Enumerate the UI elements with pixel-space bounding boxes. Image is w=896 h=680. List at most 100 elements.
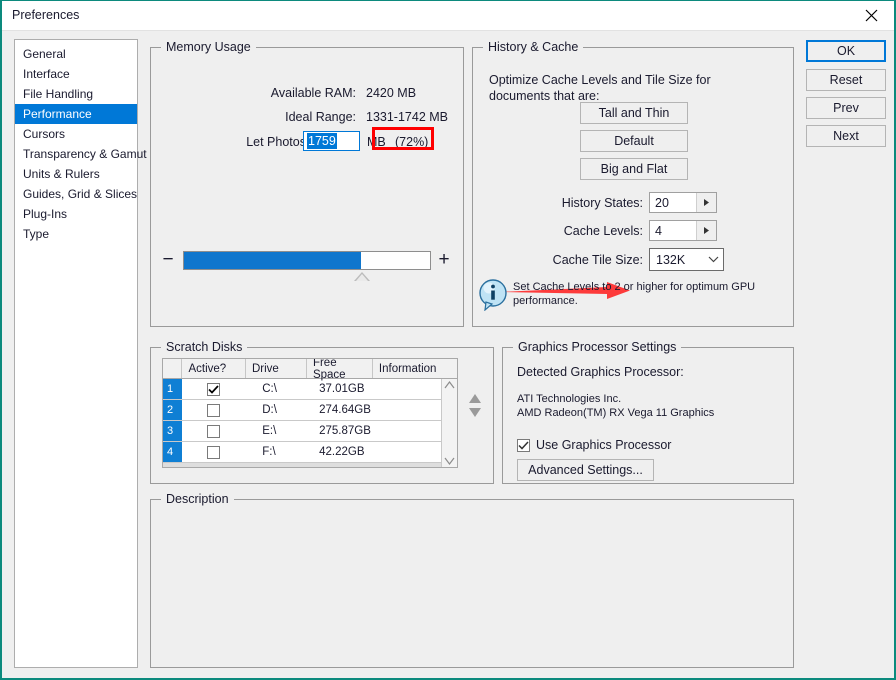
memory-unit-label: MB (367, 135, 386, 149)
sidebar-item-transparency-gamut[interactable]: Transparency & Gamut (15, 144, 137, 164)
history-cache-legend: History & Cache (483, 40, 583, 54)
sidebar-item-general[interactable]: General (15, 44, 137, 64)
row-drive: D:\ (244, 400, 307, 420)
gpu-model: AMD Radeon(TM) RX Vega 11 Graphics (517, 406, 714, 420)
cache-tile-size-value: 132K (650, 253, 703, 267)
row-index: 4 (163, 442, 182, 462)
row-drive: E:\ (244, 421, 307, 441)
sidebar-item-plug-ins[interactable]: Plug-Ins (15, 204, 137, 224)
row-free-space: 274.64GB (307, 400, 374, 420)
table-header-row: Active? Drive Free Space Information (163, 359, 457, 379)
next-button[interactable]: Next (806, 125, 886, 147)
column-header-free-space: Free Space (307, 359, 373, 378)
history-states-stepper[interactable]: 20 (649, 192, 717, 213)
move-up-icon[interactable] (466, 393, 484, 404)
available-ram-value: 2420 MB (366, 86, 416, 100)
gpu-vendor: ATI Technologies Inc. (517, 392, 714, 406)
title-bar: Preferences (2, 1, 894, 31)
column-header-information: Information (373, 359, 457, 378)
scroll-down-icon[interactable] (444, 457, 455, 465)
big-and-flat-button[interactable]: Big and Flat (580, 158, 688, 180)
column-header-drive: Drive (246, 359, 307, 378)
cache-tile-size-label: Cache Tile Size: (503, 253, 643, 267)
triangle-down-glyph (468, 407, 482, 418)
sidebar-item-interface[interactable]: Interface (15, 64, 137, 84)
slider-increase-icon[interactable]: + (435, 251, 453, 269)
check-glyph (208, 385, 219, 394)
ideal-range-value: 1331-1742 MB (366, 110, 448, 124)
history-states-value[interactable]: 20 (650, 193, 696, 212)
gpu-info: ATI Technologies Inc. AMD Radeon(TM) RX … (517, 392, 714, 420)
scratch-table-scrollbar[interactable] (441, 379, 457, 467)
row-active-checkbox[interactable] (182, 442, 244, 462)
info-balloon-glyph (479, 279, 509, 311)
sidebar-item-type[interactable]: Type (15, 224, 137, 244)
advanced-settings-button[interactable]: Advanced Settings... (517, 459, 654, 481)
column-header-index (163, 359, 182, 378)
cache-levels-label: Cache Levels: (503, 224, 643, 238)
move-down-icon[interactable] (466, 407, 484, 418)
row-active-checkbox[interactable] (182, 379, 244, 399)
table-row[interactable]: 4 F:\ 42.22GB (163, 442, 457, 463)
window-title: Preferences (12, 8, 79, 22)
table-empty-area (163, 463, 457, 468)
history-cache-description: Optimize Cache Levels and Tile Size for … (489, 72, 769, 104)
ok-button[interactable]: OK (806, 40, 886, 62)
use-graphics-processor-label: Use Graphics Processor (536, 438, 671, 452)
category-list[interactable]: General Interface File Handling Performa… (14, 39, 138, 668)
default-button[interactable]: Default (580, 130, 688, 152)
table-row[interactable]: 2 D:\ 274.64GB (163, 400, 457, 421)
info-icon (479, 279, 509, 314)
ideal-range-label: Ideal Range: (211, 110, 356, 124)
checkbox-checked-icon[interactable] (517, 439, 530, 452)
description-group: Description (150, 499, 794, 668)
row-drive: C:\ (244, 379, 307, 399)
chevron-right-icon[interactable] (696, 221, 716, 240)
chevron-right-glyph (703, 226, 710, 235)
row-active-checkbox[interactable] (182, 400, 244, 420)
prev-button[interactable]: Prev (806, 97, 886, 119)
triangle-up-glyph (468, 393, 482, 404)
memory-slider-thumb[interactable] (354, 272, 370, 281)
row-index: 1 (163, 379, 182, 399)
table-row[interactable]: 3 E:\ 275.87GB (163, 421, 457, 442)
tall-and-thin-button[interactable]: Tall and Thin (580, 102, 688, 124)
cache-tile-size-select[interactable]: 132K (649, 248, 724, 271)
check-glyph (518, 441, 529, 450)
row-free-space: 37.01GB (307, 379, 374, 399)
scroll-up-icon[interactable] (444, 381, 455, 389)
sidebar-item-units-rulers[interactable]: Units & Rulers (15, 164, 137, 184)
row-active-checkbox[interactable] (182, 421, 244, 441)
checkbox-unchecked-icon[interactable] (207, 425, 220, 438)
row-index: 2 (163, 400, 182, 420)
let-photoshop-use-input[interactable] (303, 131, 360, 151)
checkbox-unchecked-icon[interactable] (207, 446, 220, 459)
cache-levels-value[interactable]: 4 (650, 221, 696, 240)
row-free-space: 275.87GB (307, 421, 374, 441)
chevron-down-glyph (708, 256, 719, 263)
slider-decrease-icon[interactable]: − (159, 254, 177, 268)
graphics-processor-group: Graphics Processor Settings Detected Gra… (502, 347, 794, 484)
column-header-active: Active? (182, 359, 245, 378)
row-free-space: 42.22GB (307, 442, 374, 462)
memory-slider-track[interactable] (183, 251, 431, 270)
memory-percent-label: (72%) (395, 135, 428, 149)
scratch-disks-legend: Scratch Disks (161, 340, 247, 354)
close-icon[interactable] (849, 1, 894, 30)
reset-button[interactable]: Reset (806, 69, 886, 91)
chevron-down-icon[interactable] (703, 256, 723, 263)
scratch-disks-table: Active? Drive Free Space Information 1 C… (162, 358, 458, 468)
sidebar-item-guides-grid-slices[interactable]: Guides, Grid & Slices (15, 184, 137, 204)
use-graphics-processor-checkbox[interactable]: Use Graphics Processor (517, 438, 671, 452)
cache-levels-stepper[interactable]: 4 (649, 220, 717, 241)
sidebar-item-performance[interactable]: Performance (15, 104, 137, 124)
table-row[interactable]: 1 C:\ 37.01GB (163, 379, 457, 400)
chevron-right-icon[interactable] (696, 193, 716, 212)
sidebar-item-cursors[interactable]: Cursors (15, 124, 137, 144)
sidebar-item-file-handling[interactable]: File Handling (15, 84, 137, 104)
checkbox-unchecked-icon[interactable] (207, 404, 220, 417)
scratch-reorder-controls[interactable] (466, 390, 484, 421)
checkbox-checked-icon[interactable] (207, 383, 220, 396)
memory-usage-legend: Memory Usage (161, 40, 256, 54)
row-index: 3 (163, 421, 182, 441)
